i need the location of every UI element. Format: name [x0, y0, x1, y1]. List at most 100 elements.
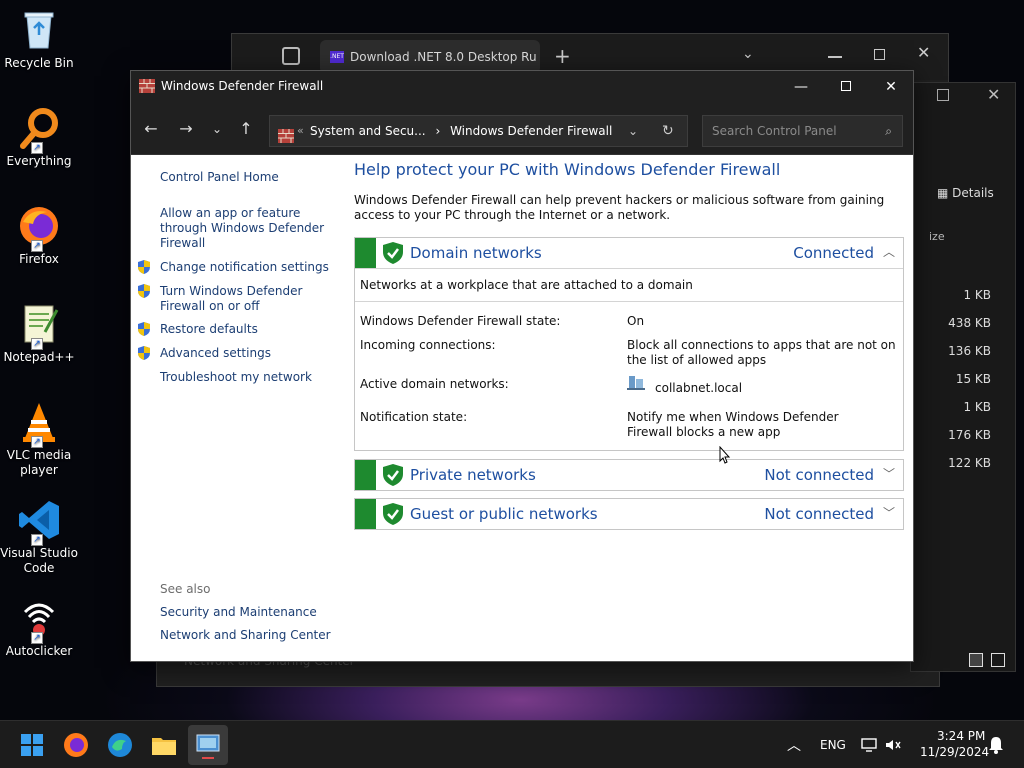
restore-defaults-link[interactable]: Restore defaults — [160, 322, 340, 337]
desktop-icon-vlc[interactable]: ↗ VLC media player — [0, 400, 78, 478]
file-size: 136 KB — [948, 344, 991, 358]
private-networks-panel[interactable]: Private networks Not connected ﹀ — [354, 459, 904, 491]
desktop-icon-label: Everything — [6, 154, 72, 168]
tab-actions-icon[interactable] — [282, 47, 300, 65]
network-icon[interactable] — [860, 736, 878, 754]
minimize-button[interactable]: — — [778, 71, 824, 103]
taskbar: ︿ ENG 3:24 PM 11/29/2024 — [0, 720, 1024, 768]
back-button[interactable]: ← — [139, 117, 163, 141]
desktop-icon-firefox[interactable]: ↗ Firefox — [0, 204, 78, 267]
address-bar[interactable]: « System and Secu... › Windows Defender … — [269, 115, 688, 147]
start-button-icon[interactable] — [14, 727, 50, 763]
chevron-down-icon[interactable]: ﹀ — [883, 504, 895, 521]
firefox-taskbar-icon[interactable] — [58, 727, 94, 763]
turn-firewall-on-off-link[interactable]: Turn Windows Defender Firewall on or off — [160, 284, 310, 314]
tab-list-chevron-icon[interactable]: ⌄ — [742, 46, 754, 62]
explorer-maximize-icon[interactable] — [937, 89, 949, 101]
domain-networks-header[interactable]: Domain networks Connected ︿ — [355, 238, 903, 268]
green-shield-check-icon — [383, 464, 403, 486]
domain-networks-description: Networks at a workplace that are attache… — [355, 268, 903, 301]
maximize-button[interactable] — [823, 71, 869, 103]
new-tab-icon[interactable]: + — [554, 44, 571, 68]
private-networks-header[interactable]: Private networks Not connected ﹀ — [355, 460, 903, 490]
firewall-window[interactable]: Windows Defender Firewall — ✕ ← → ⌄ ↑ « … — [130, 70, 914, 662]
desktop-icon-vscode[interactable]: ↗ Visual Studio Code — [0, 498, 78, 576]
troubleshoot-network-link[interactable]: Troubleshoot my network — [160, 370, 340, 385]
explorer-details-button[interactable]: ▦ Details — [937, 186, 994, 200]
recent-locations-button[interactable]: ⌄ — [205, 117, 229, 141]
allow-app-link[interactable]: Allow an app or feature through Windows … — [160, 206, 330, 251]
public-networks-panel[interactable]: Guest or public networks Not connected ﹀ — [354, 498, 904, 530]
browser-maximize-icon[interactable] — [874, 49, 885, 60]
breadcrumb-current[interactable]: Windows Defender Firewall — [450, 124, 612, 138]
volume-muted-icon[interactable] — [884, 736, 902, 754]
control-panel-home-link[interactable]: Control Panel Home — [160, 170, 340, 185]
search-input[interactable] — [712, 124, 872, 138]
shortcut-arrow-icon: ↗ — [31, 534, 43, 546]
navigation-bar: ← → ⌄ ↑ « System and Secu... › Windows D… — [131, 103, 913, 155]
file-size: 122 KB — [948, 456, 991, 470]
browser-tab[interactable]: .NET Download .NET 8.0 Desktop Ru — [320, 40, 540, 74]
search-box[interactable]: ⌕ — [702, 115, 903, 147]
file-explorer-taskbar-icon[interactable] — [146, 727, 182, 763]
forward-button[interactable]: → — [174, 117, 198, 141]
firewall-state-label: Windows Defender Firewall state: — [360, 314, 561, 328]
input-language-indicator[interactable]: ENG — [820, 738, 846, 752]
incoming-connections-value: Block all connections to apps that are n… — [627, 338, 896, 367]
chevron-up-icon[interactable]: ︿ — [883, 243, 895, 260]
autoclicker-icon: ↗ — [17, 596, 61, 644]
tiles-view-icon[interactable] — [991, 653, 1005, 667]
status-color-bar — [355, 460, 376, 490]
breadcrumb-separator[interactable]: › — [435, 124, 440, 138]
breadcrumb-parent[interactable]: System and Secu... — [310, 124, 426, 138]
uac-shield-icon — [138, 284, 150, 298]
browser-close-icon[interactable]: ✕ — [917, 43, 930, 62]
desktop-icon-label: VLC media player — [6, 448, 72, 477]
firewall-icon — [139, 79, 155, 93]
vscode-icon: ↗ — [17, 498, 61, 546]
uac-shield-icon — [138, 346, 150, 360]
desktop-icon-autoclicker[interactable]: ↗ Autoclicker — [0, 596, 78, 659]
address-dropdown-icon[interactable]: ⌄ — [628, 116, 638, 146]
private-networks-status: Not connected — [764, 466, 874, 484]
show-hidden-icons-chevron-icon[interactable]: ︿ — [787, 735, 801, 755]
private-networks-title: Private networks — [410, 466, 536, 484]
everything-icon: ↗ — [17, 106, 61, 154]
back-arrow-icon: ← — [144, 119, 158, 138]
domain-networks-title: Domain networks — [410, 244, 542, 262]
shortcut-arrow-icon: ↗ — [31, 142, 43, 154]
desktop-icon-everything[interactable]: ↗ Everything — [0, 106, 78, 169]
active-networks-value: collabnet.local — [655, 381, 743, 395]
refresh-icon[interactable]: ↻ — [662, 116, 674, 146]
domain-networks-status: Connected — [793, 244, 874, 262]
firewall-icon — [278, 124, 294, 143]
advanced-settings-link[interactable]: Advanced settings — [160, 346, 340, 361]
up-button[interactable]: ↑ — [234, 117, 258, 141]
file-size: 1 KB — [963, 400, 991, 414]
control-panel-taskbar-icon[interactable] — [190, 727, 226, 763]
explorer-close-icon[interactable]: ✕ — [987, 85, 1000, 104]
status-color-bar — [355, 499, 376, 529]
green-shield-check-icon — [383, 503, 403, 525]
dotnet-icon: .NET — [330, 51, 344, 63]
search-icon[interactable]: ⌕ — [885, 116, 892, 146]
see-also-heading: See also — [160, 582, 211, 596]
clock-date[interactable]: 11/29/2024 — [920, 745, 989, 759]
network-sharing-center-link[interactable]: Network and Sharing Center — [160, 628, 340, 643]
notification-state-label: Notification state: — [360, 410, 468, 424]
notification-bell-icon[interactable] — [988, 736, 1004, 754]
shortcut-arrow-icon: ↗ — [31, 632, 43, 644]
change-notification-settings-link[interactable]: Change notification settings — [160, 260, 340, 275]
close-button[interactable]: ✕ — [868, 71, 914, 103]
details-view-icon[interactable] — [969, 653, 983, 667]
chevron-down-icon[interactable]: ﹀ — [883, 465, 895, 482]
security-maintenance-link[interactable]: Security and Maintenance — [160, 605, 340, 620]
desktop-icon-notepadpp[interactable]: ↗ Notepad++ — [0, 302, 78, 365]
breadcrumb-overflow[interactable]: « — [297, 116, 304, 146]
public-networks-header[interactable]: Guest or public networks Not connected ﹀ — [355, 499, 903, 529]
desktop-icon-recycle-bin[interactable]: Recycle Bin — [0, 8, 78, 71]
edge-taskbar-icon[interactable] — [102, 727, 138, 763]
browser-minimize-icon[interactable] — [828, 56, 842, 58]
clock-time[interactable]: 3:24 PM — [937, 729, 985, 743]
vlc-icon: ↗ — [17, 400, 61, 448]
